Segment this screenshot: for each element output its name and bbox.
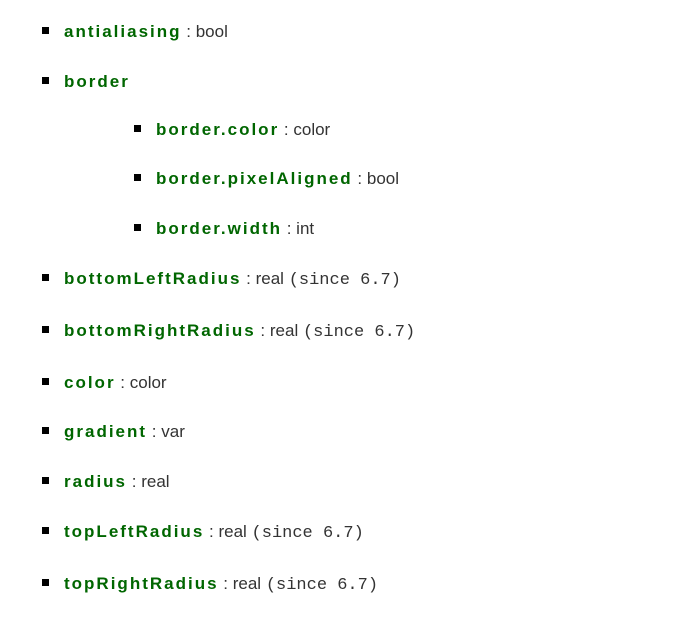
separator: :: [116, 373, 130, 392]
property-type: var: [161, 422, 185, 441]
separator: :: [279, 120, 293, 139]
since-note: (since 6.7): [266, 576, 378, 595]
property-type: int: [296, 219, 314, 238]
property-type: real: [218, 522, 246, 541]
property-link-antialiasing[interactable]: antialiasing: [64, 22, 182, 41]
separator: :: [204, 522, 218, 541]
since-note: (since 6.7): [303, 323, 415, 342]
property-type: color: [293, 120, 330, 139]
list-item: bottomLeftRadius : real (since 6.7): [40, 267, 639, 293]
property-type: real: [270, 321, 298, 340]
property-link-radius[interactable]: radius: [64, 472, 127, 491]
list-item: border border.color : color border.pixel…: [40, 70, 639, 241]
property-type: real: [256, 269, 284, 288]
property-type: real: [233, 574, 261, 593]
property-link-border-width[interactable]: border.width: [156, 219, 282, 238]
list-item: topLeftRadius : real (since 6.7): [40, 520, 639, 546]
property-link-topleftradius[interactable]: topLeftRadius: [64, 522, 204, 541]
separator: :: [282, 219, 296, 238]
separator: :: [219, 574, 233, 593]
list-item: topRightRadius : real (since 6.7): [40, 572, 639, 598]
property-type: real: [141, 472, 169, 491]
separator: :: [256, 321, 270, 340]
separator: :: [127, 472, 141, 491]
property-type: color: [130, 373, 167, 392]
since-note: (since 6.7): [252, 524, 364, 543]
separator: :: [241, 269, 255, 288]
property-list: antialiasing : bool border border.color …: [40, 20, 639, 598]
property-link-border-color[interactable]: border.color: [156, 120, 279, 139]
list-item: border.width : int: [132, 217, 639, 241]
property-link-toprightradius[interactable]: topRightRadius: [64, 574, 219, 593]
property-type: bool: [367, 169, 399, 188]
property-type: bool: [196, 22, 228, 41]
list-item: gradient : var: [40, 420, 639, 444]
list-item: bottomRightRadius : real (since 6.7): [40, 319, 639, 345]
property-link-bottomleftradius[interactable]: bottomLeftRadius: [64, 269, 241, 288]
property-link-color[interactable]: color: [64, 373, 116, 392]
property-link-border[interactable]: border: [64, 72, 130, 91]
property-link-border-pixelaligned[interactable]: border.pixelAligned: [156, 169, 353, 188]
list-item: antialiasing : bool: [40, 20, 639, 44]
since-note: (since 6.7): [289, 271, 401, 290]
property-link-bottomrightradius[interactable]: bottomRightRadius: [64, 321, 256, 340]
list-item: color : color: [40, 371, 639, 395]
separator: :: [353, 169, 367, 188]
list-item: radius : real: [40, 470, 639, 494]
list-item: border.color : color: [132, 118, 639, 142]
list-item: border.pixelAligned : bool: [132, 167, 639, 191]
property-link-gradient[interactable]: gradient: [64, 422, 147, 441]
property-sublist: border.color : color border.pixelAligned…: [132, 118, 639, 241]
separator: :: [182, 22, 196, 41]
separator: :: [147, 422, 161, 441]
